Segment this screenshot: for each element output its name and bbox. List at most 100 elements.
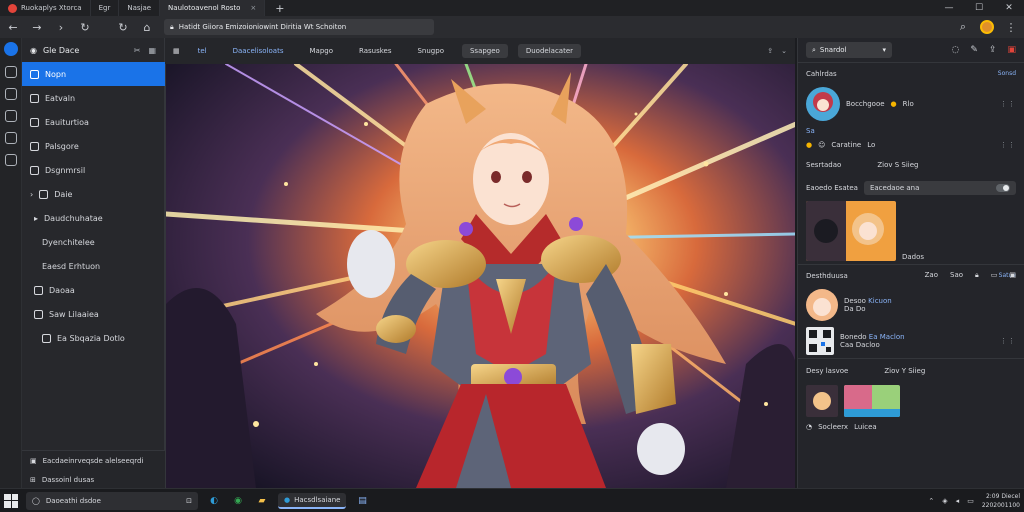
profile-avatar[interactable] <box>980 20 994 34</box>
user-card[interactable]: ◔ Socleerx Luicea <box>798 420 1024 434</box>
browser-toolbar: ← → › ↻ ↻ ⌂ 🔒︎ Hatidt Giiora Emizoioniow… <box>0 16 1024 38</box>
file-icon[interactable]: ▭ <box>991 271 998 279</box>
address-bar[interactable]: 🔒︎ Hatidt Giiora Emizoioniowint Diritia … <box>164 19 434 35</box>
setting-label: Eaoedo Esatea <box>806 184 858 192</box>
app-logo-icon[interactable] <box>3 42 18 56</box>
sidebar-item-label: Daudchuhatae <box>44 213 103 223</box>
image-canvas[interactable] <box>165 64 795 488</box>
browser-tab[interactable]: Nasjae <box>119 0 161 16</box>
search-icon <box>30 93 39 103</box>
browser-tab-active[interactable]: Naulotoavenol Rosto × <box>160 0 266 16</box>
viewer-tab[interactable]: Ssapgeo <box>461 44 508 58</box>
close-window-button[interactable]: ✕ <box>994 0 1024 16</box>
forward-arrow-icon[interactable]: → <box>30 21 44 34</box>
sidebar-item[interactable]: Dsgnmrsil <box>22 158 164 182</box>
sidebar-item[interactable]: Daoaa <box>22 278 164 302</box>
section-link[interactable]: Sonsd <box>998 70 1016 77</box>
viewer-tab[interactable]: Mapgo <box>301 44 341 58</box>
setting-toggle[interactable] <box>996 184 1010 192</box>
chevron-up-icon[interactable]: ⌃ <box>928 497 934 505</box>
home-icon[interactable] <box>4 154 17 166</box>
user-card[interactable]: Bocchgooe ● Rlo ⋮⋮ <box>798 84 1024 124</box>
image-icon[interactable]: ▦ <box>173 47 180 55</box>
forward-chevron-icon[interactable]: › <box>54 21 68 34</box>
viewer-tab[interactable]: tel <box>190 44 215 58</box>
sidebar-item[interactable]: Eatvaln <box>22 86 164 110</box>
chat-icon[interactable] <box>4 88 17 100</box>
back-arrow-icon[interactable]: ← <box>6 21 20 34</box>
battery-icon[interactable]: ▭ <box>967 497 974 505</box>
edit-icon[interactable]: ✎ <box>970 45 978 55</box>
refresh-icon[interactable]: ◌ <box>952 45 960 55</box>
menu-icon[interactable]: ⋮ <box>1004 21 1018 34</box>
taskbar-search[interactable]: ◯ Daoeathi dsdoe ⊡ <box>26 491 198 510</box>
media-thumbnail <box>806 385 838 417</box>
sidebar-item[interactable]: Palsgore <box>22 134 164 158</box>
sidebar-item[interactable]: Eauiturtioa <box>22 110 164 134</box>
lock-icon[interactable]: 🔒︎ <box>975 271 979 280</box>
edge-icon[interactable]: ◐ <box>206 493 222 509</box>
user-name: Bocchgooe <box>846 100 885 108</box>
browser-tab[interactable]: Ruokaplys Xtorca <box>0 0 91 16</box>
share-icon[interactable]: ⇪ <box>767 47 773 55</box>
window-icon[interactable]: ▣ <box>1009 271 1016 279</box>
viewer-tab[interactable]: Duodelacater <box>517 44 582 58</box>
alert-icon[interactable]: ▣ <box>1007 45 1016 55</box>
app-icon: ● <box>284 495 291 504</box>
info-icon[interactable] <box>4 66 17 78</box>
sidebar-item[interactable]: Saw Lilaaiea <box>22 302 164 326</box>
sidebar-item[interactable]: › Daie <box>22 182 164 206</box>
more-icon[interactable]: ⋮⋮ <box>1000 141 1016 149</box>
reload-icon[interactable]: ↻ <box>116 21 130 34</box>
sidebar-item[interactable]: Dyenchitelee <box>22 230 164 254</box>
grid-icon[interactable]: ▦ <box>148 46 156 55</box>
reload-icon[interactable]: ↻ <box>78 21 92 34</box>
sidebar-tools: ✂ ▦ <box>134 46 156 55</box>
browser-tab[interactable]: Egr <box>91 0 120 16</box>
share-icon[interactable]: ⇪ <box>989 45 997 55</box>
footer-row[interactable]: ⊞ Dassoinl dusas <box>22 470 187 489</box>
home-icon[interactable]: ⌂ <box>140 21 154 34</box>
chrome-icon[interactable]: ◉ <box>230 493 246 509</box>
sidebar-item-label: Palsgore <box>45 141 79 151</box>
taskbar-open-app[interactable]: ● Hacsdlsaiane <box>278 492 347 509</box>
user-card[interactable]: Desoo Kicuon Da Do <box>798 286 1024 324</box>
sidebar-item[interactable]: Ea Sbqazia Dotlo <box>22 326 164 350</box>
bookmark-icon[interactable] <box>4 132 17 144</box>
start-button[interactable] <box>4 493 18 508</box>
gallery-thumbnail[interactable] <box>806 201 896 261</box>
sidebar-item[interactable]: Eaesd Erhtuon <box>22 254 164 278</box>
info-value: Ziov S Siieg <box>877 161 919 169</box>
viewer-tab[interactable]: Rasuskes <box>351 44 400 58</box>
close-tab-icon[interactable]: × <box>250 4 256 12</box>
pin-icon[interactable]: ✂ <box>134 46 141 55</box>
media-thumbnail <box>844 385 900 417</box>
viewer-tab[interactable]: Daacelisoloats <box>225 44 292 58</box>
folder-icon[interactable]: ▰ <box>254 493 270 509</box>
sidebar-item[interactable]: ▸ Daudchuhatae <box>22 206 164 230</box>
document-icon[interactable] <box>4 110 17 122</box>
user-card[interactable]: Bonedo Ea Maclon Caa Dacloo ⋮⋮ <box>798 324 1024 358</box>
more-icon[interactable]: ⋮⋮ <box>1000 100 1016 108</box>
minimize-button[interactable]: — <box>934 0 964 16</box>
volume-icon[interactable]: ◂ <box>956 497 960 505</box>
media-row[interactable] <box>798 382 1024 420</box>
sidebar-item-home[interactable]: Nopn <box>22 62 165 86</box>
search-icon[interactable]: ⌕ <box>956 20 970 34</box>
clock[interactable]: 2:09 Diecel 2202001100 <box>982 492 1020 510</box>
viewer-tab[interactable]: Snugpo <box>409 44 452 58</box>
more-icon[interactable]: ⋮⋮ <box>1000 337 1016 345</box>
user-text: Desoo Kicuon Da Do <box>844 297 892 313</box>
panel-search-input[interactable]: ⌕ Snardol ▾ <box>806 42 892 58</box>
new-tab-button[interactable]: + <box>265 0 294 16</box>
right-panel-toolbar: ⌕ Snardol ▾ ◌ ✎ ⇪ ▣ <box>798 38 1024 62</box>
sidebar-item-label: Saw Lilaaiea <box>49 309 99 319</box>
network-icon[interactable]: ◈ <box>942 497 947 505</box>
user-handle: Rlo <box>902 100 914 108</box>
setting-field-value: Eacedaoe ana <box>869 184 920 192</box>
footer-row[interactable]: ▣ Eacdaeinrveqsde alelseeqrdi <box>22 451 187 470</box>
setting-field[interactable]: Eacedaoe ana <box>863 181 1016 195</box>
maximize-button[interactable]: ☐ <box>964 0 994 16</box>
document-icon[interactable]: ▤ <box>354 493 370 509</box>
chevron-down-icon[interactable]: ⌄ <box>781 47 787 55</box>
